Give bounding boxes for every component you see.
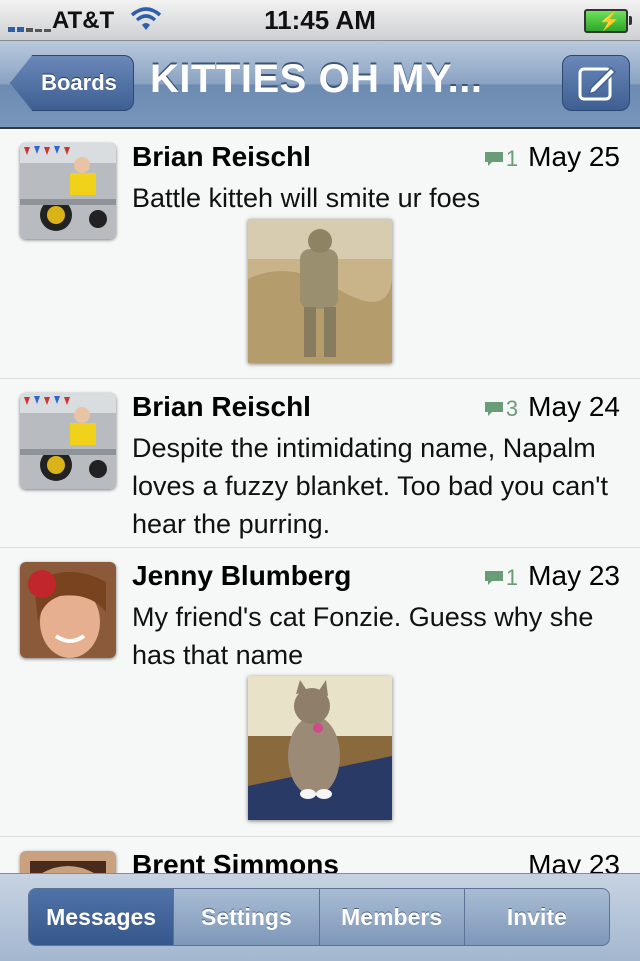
battery-icon: ⚡ bbox=[584, 9, 632, 33]
message-row[interactable]: Brian Reischl 3 May 24 Despite the intimi… bbox=[0, 379, 640, 548]
navigation-bar: Boards KITTIES OH MY... bbox=[0, 41, 640, 129]
status-bar: AT&T 11:45 AM ⚡ bbox=[0, 0, 640, 41]
comment-bubble-icon bbox=[484, 151, 503, 166]
comment-bubble-icon bbox=[484, 570, 503, 585]
avatar[interactable] bbox=[20, 851, 116, 873]
message-date: May 23 bbox=[528, 560, 620, 591]
avatar[interactable] bbox=[20, 393, 116, 489]
message-list[interactable]: Brian Reischl 1 May 25 Battle kitteh will… bbox=[0, 129, 640, 873]
photo-thumbnail[interactable] bbox=[248, 219, 392, 363]
message-row[interactable]: Jenny Blumberg 1 May 23 My friend's cat F… bbox=[0, 548, 640, 837]
back-button[interactable]: Boards bbox=[10, 55, 134, 111]
page-title: KITTIES OH MY... bbox=[150, 57, 483, 101]
message-meta: 3 May 24 bbox=[484, 391, 620, 423]
message-row[interactable]: Brent Simmons May 23 bbox=[0, 837, 640, 873]
compose-button[interactable] bbox=[562, 55, 630, 111]
message-text: Despite the intimidating name, Napalm lo… bbox=[132, 433, 608, 539]
message-text: My friend's cat Fonzie. Guess why she ha… bbox=[132, 602, 594, 670]
author-name: Jenny Blumberg bbox=[132, 560, 352, 591]
message-meta: May 23 bbox=[528, 849, 620, 873]
tab-invite[interactable]: Invite bbox=[465, 889, 609, 945]
message-meta: 1 May 25 bbox=[484, 141, 620, 173]
avatar[interactable] bbox=[20, 562, 116, 658]
author-name: Brian Reischl bbox=[132, 391, 311, 422]
segmented-control: Messages Settings Members Invite bbox=[28, 888, 610, 946]
message-text: Battle kitteh will smite ur foes bbox=[132, 183, 481, 213]
tab-settings[interactable]: Settings bbox=[174, 889, 320, 945]
message-row[interactable]: Brian Reischl 1 May 25 Battle kitteh will… bbox=[0, 129, 640, 379]
clock: 11:45 AM bbox=[264, 5, 376, 35]
message-date: May 24 bbox=[528, 391, 620, 422]
message-meta: 1 May 23 bbox=[484, 560, 620, 592]
comment-bubble-icon bbox=[484, 401, 503, 416]
comment-count: 1 bbox=[505, 564, 519, 590]
author-name: Brian Reischl bbox=[132, 141, 311, 172]
comment-count: 3 bbox=[505, 395, 519, 421]
compose-icon bbox=[578, 66, 617, 101]
tab-messages[interactable]: Messages bbox=[29, 889, 175, 945]
author-name: Brent Simmons bbox=[132, 849, 339, 873]
message-date: May 23 bbox=[528, 849, 620, 873]
message-date: May 25 bbox=[528, 141, 620, 172]
avatar[interactable] bbox=[20, 143, 116, 239]
comment-count: 1 bbox=[505, 145, 519, 171]
photo-thumbnail[interactable] bbox=[248, 676, 392, 820]
tab-bar: Messages Settings Members Invite bbox=[0, 873, 640, 961]
tab-members[interactable]: Members bbox=[320, 889, 465, 945]
